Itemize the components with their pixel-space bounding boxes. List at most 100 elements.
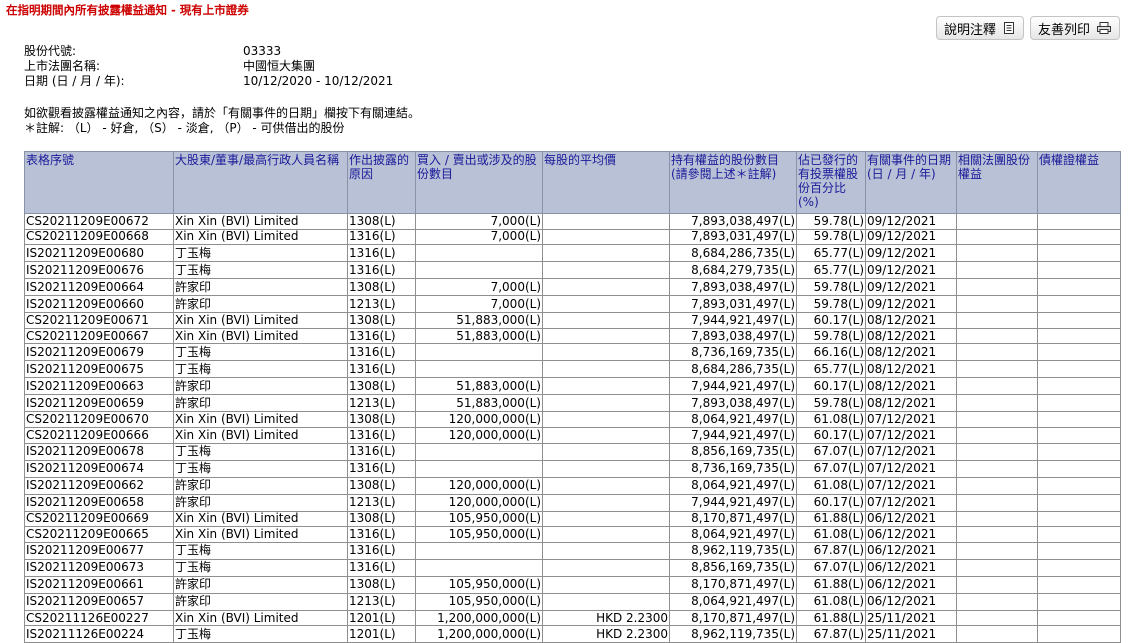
print-friendly-button[interactable]: 友善列印 [1029, 16, 1120, 40]
col-debentures-cell [1037, 592, 1121, 611]
col-event-date-cell[interactable]: 06/12/2021 [865, 575, 957, 594]
col-percentage-cell: 60.17(L) [796, 426, 866, 444]
col-form-serial-cell: IS20211209E00677 [24, 541, 174, 560]
col-holder-name-cell: 許家印 [173, 493, 348, 512]
col-avg-price-cell [542, 377, 670, 396]
col-form-serial-cell: IS20211209E00675 [24, 360, 174, 379]
table-row: IS20211209E00657 許家印 1213(L) 105,950,000(L)… [24, 592, 1121, 611]
table-row: IS20211209E00673 丁玉梅 1316(L) 8,856,169,735(… [24, 558, 1121, 577]
col-avg-price-cell [542, 261, 670, 280]
col-debentures-cell [1037, 394, 1121, 413]
col-event-date-cell[interactable]: 09/12/2021 [865, 261, 957, 280]
col-event-date-cell[interactable]: 06/12/2021 [865, 541, 957, 560]
col-shares-held-cell: 7,944,921,497(L) [669, 493, 797, 512]
col-shares-held-cell: 8,064,921,497(L) [669, 476, 797, 495]
col-form-serial-cell: IS20211209E00660 [24, 295, 174, 314]
col-debentures-cell [1037, 558, 1121, 577]
col-associated-corp-cell [956, 411, 1038, 428]
col-shares-held-cell: 7,893,038,497(L) [669, 394, 797, 413]
col-debentures-cell [1037, 625, 1121, 643]
col-shares-traded-cell: 105,950,000(L) [415, 575, 543, 594]
col-form-serial-cell: CS20211209E00670 [24, 411, 174, 428]
col-form-serial-cell: CS20211209E00672 [24, 213, 174, 230]
table-row: IS20211209E00674 丁玉梅 1316(L) 8,736,169,735(… [24, 459, 1121, 478]
col-holder-name-cell: Xin Xin (BVI) Limited [173, 312, 348, 329]
col-shares-traded-cell: 51,883,000(L) [415, 327, 543, 345]
col-associated-corp-cell [956, 526, 1038, 543]
col-percentage-cell: 67.07(L) [796, 459, 866, 478]
col-event-date-cell[interactable]: 08/12/2021 [865, 343, 957, 362]
col-form-serial-cell: CS20211209E00669 [24, 510, 174, 528]
col-event-date-cell[interactable]: 06/12/2021 [865, 592, 957, 611]
col-event-date-cell[interactable]: 07/12/2021 [865, 459, 957, 478]
col-percentage-cell: 67.87(L) [796, 625, 866, 643]
col-associated-corp-cell [956, 312, 1038, 329]
col-holder-name-cell: 許家印 [173, 295, 348, 314]
col-associated-corp-cell [956, 343, 1038, 362]
col-shares-traded-cell: 120,000,000(L) [415, 476, 543, 495]
col-shares-traded-cell [415, 343, 543, 362]
col-form-serial-cell: IS20211209E00678 [24, 442, 174, 461]
col-shares-traded-cell: 1,200,000,000(L) [415, 625, 543, 643]
col-debentures-cell [1037, 493, 1121, 512]
col-holder-name-cell: 丁玉梅 [173, 459, 348, 478]
col-debentures-header: 債權證權益 [1037, 151, 1121, 214]
col-event-date-cell[interactable]: 08/12/2021 [865, 360, 957, 379]
col-event-date-cell[interactable]: 08/12/2021 [865, 394, 957, 413]
col-percentage-cell: 59.78(L) [796, 327, 866, 345]
col-event-date-cell[interactable]: 09/12/2021 [865, 228, 957, 246]
col-event-date-cell[interactable]: 25/11/2021 [865, 625, 957, 643]
col-form-serial-cell: IS20211209E00661 [24, 575, 174, 594]
col-event-date-cell[interactable]: 09/12/2021 [865, 244, 957, 263]
col-event-date-cell[interactable]: 06/12/2021 [865, 526, 957, 543]
table-row: IS20211209E00678 丁玉梅 1316(L) 8,856,169,735(… [24, 442, 1121, 461]
col-form-serial-cell: IS20211209E00679 [24, 343, 174, 362]
col-associated-corp-cell [956, 394, 1038, 413]
col-shares-traded-cell: 7,000(L) [415, 278, 543, 297]
toolbar: 說明注釋 友善列印 [935, 16, 1120, 40]
table-row: IS20211209E00675 丁玉梅 1316(L) 8,684,286,735(… [24, 360, 1121, 379]
col-event-date-cell[interactable]: 07/12/2021 [865, 442, 957, 461]
col-event-date-cell[interactable]: 06/12/2021 [865, 558, 957, 577]
col-event-date-cell[interactable]: 09/12/2021 [865, 213, 957, 230]
col-debentures-cell [1037, 244, 1121, 263]
col-event-date-cell[interactable]: 07/12/2021 [865, 493, 957, 512]
col-percentage-header: 佔已發行的有投票權股份百分比 (%) [796, 151, 866, 214]
col-shares-held-cell: 7,944,921,497(L) [669, 426, 797, 444]
col-shares-held-cell: 8,170,871,497(L) [669, 609, 797, 627]
col-event-date-cell[interactable]: 07/12/2021 [865, 411, 957, 428]
col-reason-cell: 1316(L) [347, 343, 416, 362]
col-avg-price-cell [542, 459, 670, 478]
col-associated-corp-cell [956, 625, 1038, 643]
col-event-date-cell[interactable]: 08/12/2021 [865, 312, 957, 329]
col-avg-price-cell [542, 278, 670, 297]
col-percentage-cell: 61.88(L) [796, 609, 866, 627]
col-event-date-cell[interactable]: 08/12/2021 [865, 377, 957, 396]
help-notes-button[interactable]: 說明注釋 [935, 16, 1024, 40]
col-shares-held-cell: 8,064,921,497(L) [669, 411, 797, 428]
col-shares-traded-cell: 120,000,000(L) [415, 426, 543, 444]
col-associated-corp-cell [956, 426, 1038, 444]
col-form-serial-cell: IS20211209E00680 [24, 244, 174, 263]
col-associated-corp-cell [956, 575, 1038, 594]
col-debentures-cell [1037, 510, 1121, 528]
col-event-date-cell[interactable]: 07/12/2021 [865, 426, 957, 444]
col-event-date-cell[interactable]: 06/12/2021 [865, 510, 957, 528]
col-event-date-cell[interactable]: 09/12/2021 [865, 278, 957, 297]
col-avg-price-cell [542, 327, 670, 345]
col-associated-corp-cell [956, 476, 1038, 495]
col-event-date-cell[interactable]: 25/11/2021 [865, 609, 957, 627]
col-associated-corp-cell [956, 213, 1038, 230]
col-associated-corp-header: 相關法團股份權益 [956, 151, 1038, 214]
col-holder-name-cell: 丁玉梅 [173, 343, 348, 362]
col-debentures-cell [1037, 411, 1121, 428]
col-percentage-cell: 67.07(L) [796, 558, 866, 577]
col-reason-cell: 1213(L) [347, 394, 416, 413]
col-event-date-cell[interactable]: 07/12/2021 [865, 476, 957, 495]
col-associated-corp-cell [956, 459, 1038, 478]
col-reason-cell: 1316(L) [347, 327, 416, 345]
col-event-date-cell[interactable]: 09/12/2021 [865, 295, 957, 314]
col-reason-cell: 1316(L) [347, 558, 416, 577]
col-associated-corp-cell [956, 609, 1038, 627]
col-event-date-cell[interactable]: 08/12/2021 [865, 327, 957, 345]
